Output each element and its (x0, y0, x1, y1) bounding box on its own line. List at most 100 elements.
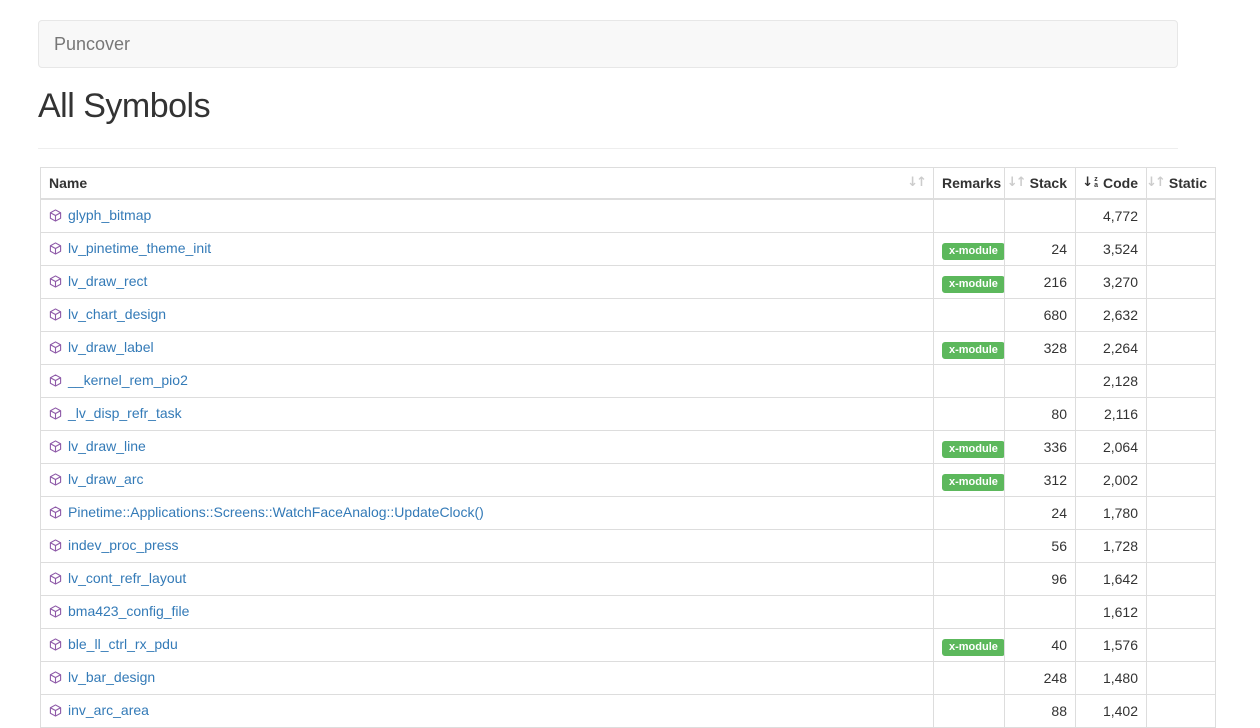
code-cell: 1,402 (1076, 695, 1147, 728)
remark-badge: x-module (942, 474, 1005, 491)
name-cell: lv_pinetime_theme_init (41, 233, 934, 266)
static-cell (1147, 596, 1216, 629)
remarks-cell (934, 398, 1005, 431)
cube-icon (49, 702, 62, 722)
cube-icon (49, 207, 62, 227)
navbar: Puncover (38, 20, 1178, 68)
cube-icon (49, 669, 62, 689)
static-cell (1147, 332, 1216, 365)
symbol-link[interactable]: lv_chart_design (68, 306, 166, 322)
name-cell: Pinetime::Applications::Screens::WatchFa… (41, 497, 934, 530)
column-header-code[interactable]: ↓ z a Code (1076, 168, 1147, 200)
symbols-table-wrap: Name ↓↑ Remarks ↓↑ Stack (40, 167, 1260, 728)
symbol-link[interactable]: indev_proc_press (68, 537, 179, 553)
static-cell (1147, 530, 1216, 563)
remark-badge: x-module (942, 243, 1005, 260)
name-cell: ble_ll_ctrl_rx_pdu (41, 629, 934, 662)
cube-icon (49, 504, 62, 524)
code-cell: 1,728 (1076, 530, 1147, 563)
stack-cell: 248 (1005, 662, 1076, 695)
navbar-brand[interactable]: Puncover (39, 20, 145, 68)
table-header-row: Name ↓↑ Remarks ↓↑ Stack (41, 168, 1216, 200)
stack-cell: 312 (1005, 464, 1076, 497)
table-row: lv_bar_design 248 1,480 (41, 662, 1216, 695)
cube-icon (49, 603, 62, 623)
symbol-link[interactable]: lv_pinetime_theme_init (68, 240, 211, 256)
symbol-link[interactable]: Pinetime::Applications::Screens::WatchFa… (68, 504, 484, 520)
stack-cell: 24 (1005, 233, 1076, 266)
static-cell (1147, 365, 1216, 398)
symbol-link[interactable]: lv_draw_rect (68, 273, 147, 289)
remarks-cell (934, 596, 1005, 629)
column-header-name[interactable]: Name ↓↑ (41, 168, 934, 200)
symbol-link[interactable]: ble_ll_ctrl_rx_pdu (68, 636, 178, 652)
static-cell (1147, 662, 1216, 695)
code-cell: 1,780 (1076, 497, 1147, 530)
symbol-link[interactable]: lv_bar_design (68, 669, 155, 685)
code-cell: 2,264 (1076, 332, 1147, 365)
page-header: All Symbols (38, 88, 1178, 149)
table-row: inv_arc_area 88 1,402 (41, 695, 1216, 728)
symbol-link[interactable]: __kernel_rem_pio2 (68, 372, 188, 388)
table-row: __kernel_rem_pio2 2,128 (41, 365, 1216, 398)
remark-badge: x-module (942, 342, 1005, 359)
table-row: lv_chart_design 680 2,632 (41, 299, 1216, 332)
remarks-cell (934, 365, 1005, 398)
name-cell: lv_draw_arc (41, 464, 934, 497)
remarks-cell: x-module (934, 629, 1005, 662)
symbol-link[interactable]: lv_cont_refr_layout (68, 570, 186, 586)
table-row: lv_pinetime_theme_init x-module 24 3,524 (41, 233, 1216, 266)
code-cell: 2,116 (1076, 398, 1147, 431)
remarks-cell: x-module (934, 233, 1005, 266)
column-header-stack[interactable]: ↓↑ Stack (1005, 168, 1076, 200)
sort-alpha-desc-icon: ↓ z a (1082, 173, 1098, 193)
remarks-cell: x-module (934, 332, 1005, 365)
remarks-cell (934, 662, 1005, 695)
symbol-link[interactable]: _lv_disp_refr_task (68, 405, 182, 421)
static-cell (1147, 695, 1216, 728)
table-row: lv_draw_arc x-module 312 2,002 (41, 464, 1216, 497)
name-cell: lv_cont_refr_layout (41, 563, 934, 596)
code-cell: 4,772 (1076, 199, 1147, 233)
name-cell: lv_bar_design (41, 662, 934, 695)
stack-cell: 680 (1005, 299, 1076, 332)
code-cell: 2,128 (1076, 365, 1147, 398)
symbols-table-body: glyph_bitmap 4,772 lv_pinetime_theme_ini… (41, 199, 1216, 728)
table-row: _lv_disp_refr_task 80 2,116 (41, 398, 1216, 431)
static-cell (1147, 299, 1216, 332)
name-cell: lv_draw_rect (41, 266, 934, 299)
code-cell: 3,270 (1076, 266, 1147, 299)
code-cell: 1,642 (1076, 563, 1147, 596)
remarks-cell (934, 563, 1005, 596)
column-header-static[interactable]: ↓↑ Static (1147, 168, 1216, 200)
cube-icon (49, 570, 62, 590)
code-cell: 2,002 (1076, 464, 1147, 497)
symbol-link[interactable]: lv_draw_label (68, 339, 154, 355)
table-row: lv_draw_line x-module 336 2,064 (41, 431, 1216, 464)
cube-icon (49, 471, 62, 491)
symbol-link[interactable]: lv_draw_line (68, 438, 146, 454)
name-cell: _lv_disp_refr_task (41, 398, 934, 431)
cube-icon (49, 339, 62, 359)
stack-cell (1005, 199, 1076, 233)
table-row: glyph_bitmap 4,772 (41, 199, 1216, 233)
symbol-link[interactable]: glyph_bitmap (68, 207, 151, 223)
table-row: lv_draw_label x-module 328 2,264 (41, 332, 1216, 365)
table-row: ble_ll_ctrl_rx_pdu x-module 40 1,576 (41, 629, 1216, 662)
static-cell (1147, 233, 1216, 266)
static-cell (1147, 464, 1216, 497)
remark-badge: x-module (942, 276, 1005, 293)
static-cell (1147, 199, 1216, 233)
remarks-cell: x-module (934, 464, 1005, 497)
stack-cell: 80 (1005, 398, 1076, 431)
symbol-link[interactable]: inv_arc_area (68, 702, 149, 718)
symbol-link[interactable]: bma423_config_file (68, 603, 189, 619)
symbol-link[interactable]: lv_draw_arc (68, 471, 143, 487)
static-cell (1147, 629, 1216, 662)
table-row: lv_draw_rect x-module 216 3,270 (41, 266, 1216, 299)
name-cell: lv_chart_design (41, 299, 934, 332)
cube-icon (49, 306, 62, 326)
sort-icon: ↓↑ (1007, 173, 1025, 193)
static-cell (1147, 398, 1216, 431)
code-cell: 1,576 (1076, 629, 1147, 662)
